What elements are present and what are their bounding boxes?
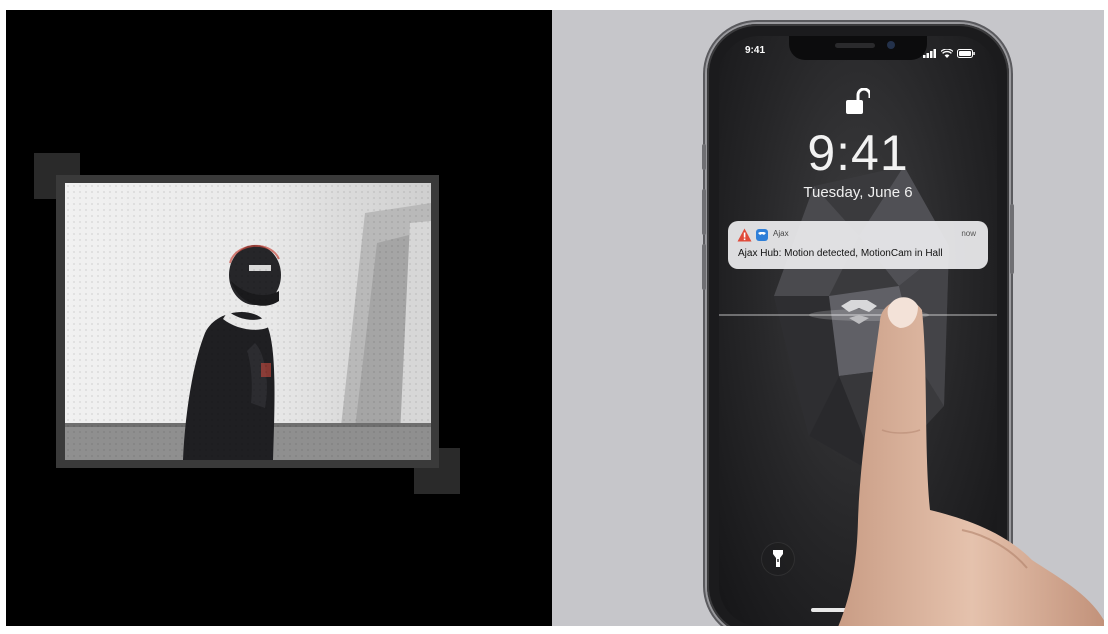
lock-screen-time: 9:41	[807, 125, 909, 181]
ajax-app-icon	[756, 229, 768, 241]
notification-time: now	[961, 229, 976, 238]
wifi-icon	[940, 45, 954, 63]
notch	[789, 36, 927, 60]
mute-switch	[702, 144, 706, 170]
signal-icon	[923, 45, 937, 63]
power-button	[1010, 204, 1014, 274]
unlocked-padlock-icon	[844, 87, 872, 118]
camera-photo-frame	[56, 175, 439, 468]
intruder-photo-illustration	[65, 203, 431, 460]
lock-screen-date: Tuesday, June 6	[803, 184, 913, 201]
notification-app-name: Ajax	[773, 229, 789, 238]
camera-photo-panel	[6, 10, 552, 626]
pointing-finger	[838, 297, 1104, 626]
status-bar-time: 9:41	[745, 45, 766, 56]
status-bar-icons	[923, 45, 975, 63]
motion-alert-notification[interactable]: Ajax now Ajax Hub: Motion detected, Moti…	[728, 221, 988, 269]
battery-icon	[957, 45, 975, 63]
warning-icon	[737, 228, 752, 242]
motion-camera-photo	[65, 183, 431, 460]
flashlight-icon	[773, 550, 783, 567]
phone-notification-panel: 9:41 9:41 Tuesday, June 6 Ajax now Ajax …	[552, 10, 1104, 626]
volume-up-button	[702, 189, 706, 235]
flashlight-button[interactable]	[761, 542, 795, 576]
volume-down-button	[702, 244, 706, 290]
notification-message: Ajax Hub: Motion detected, MotionCam in …	[738, 248, 943, 259]
